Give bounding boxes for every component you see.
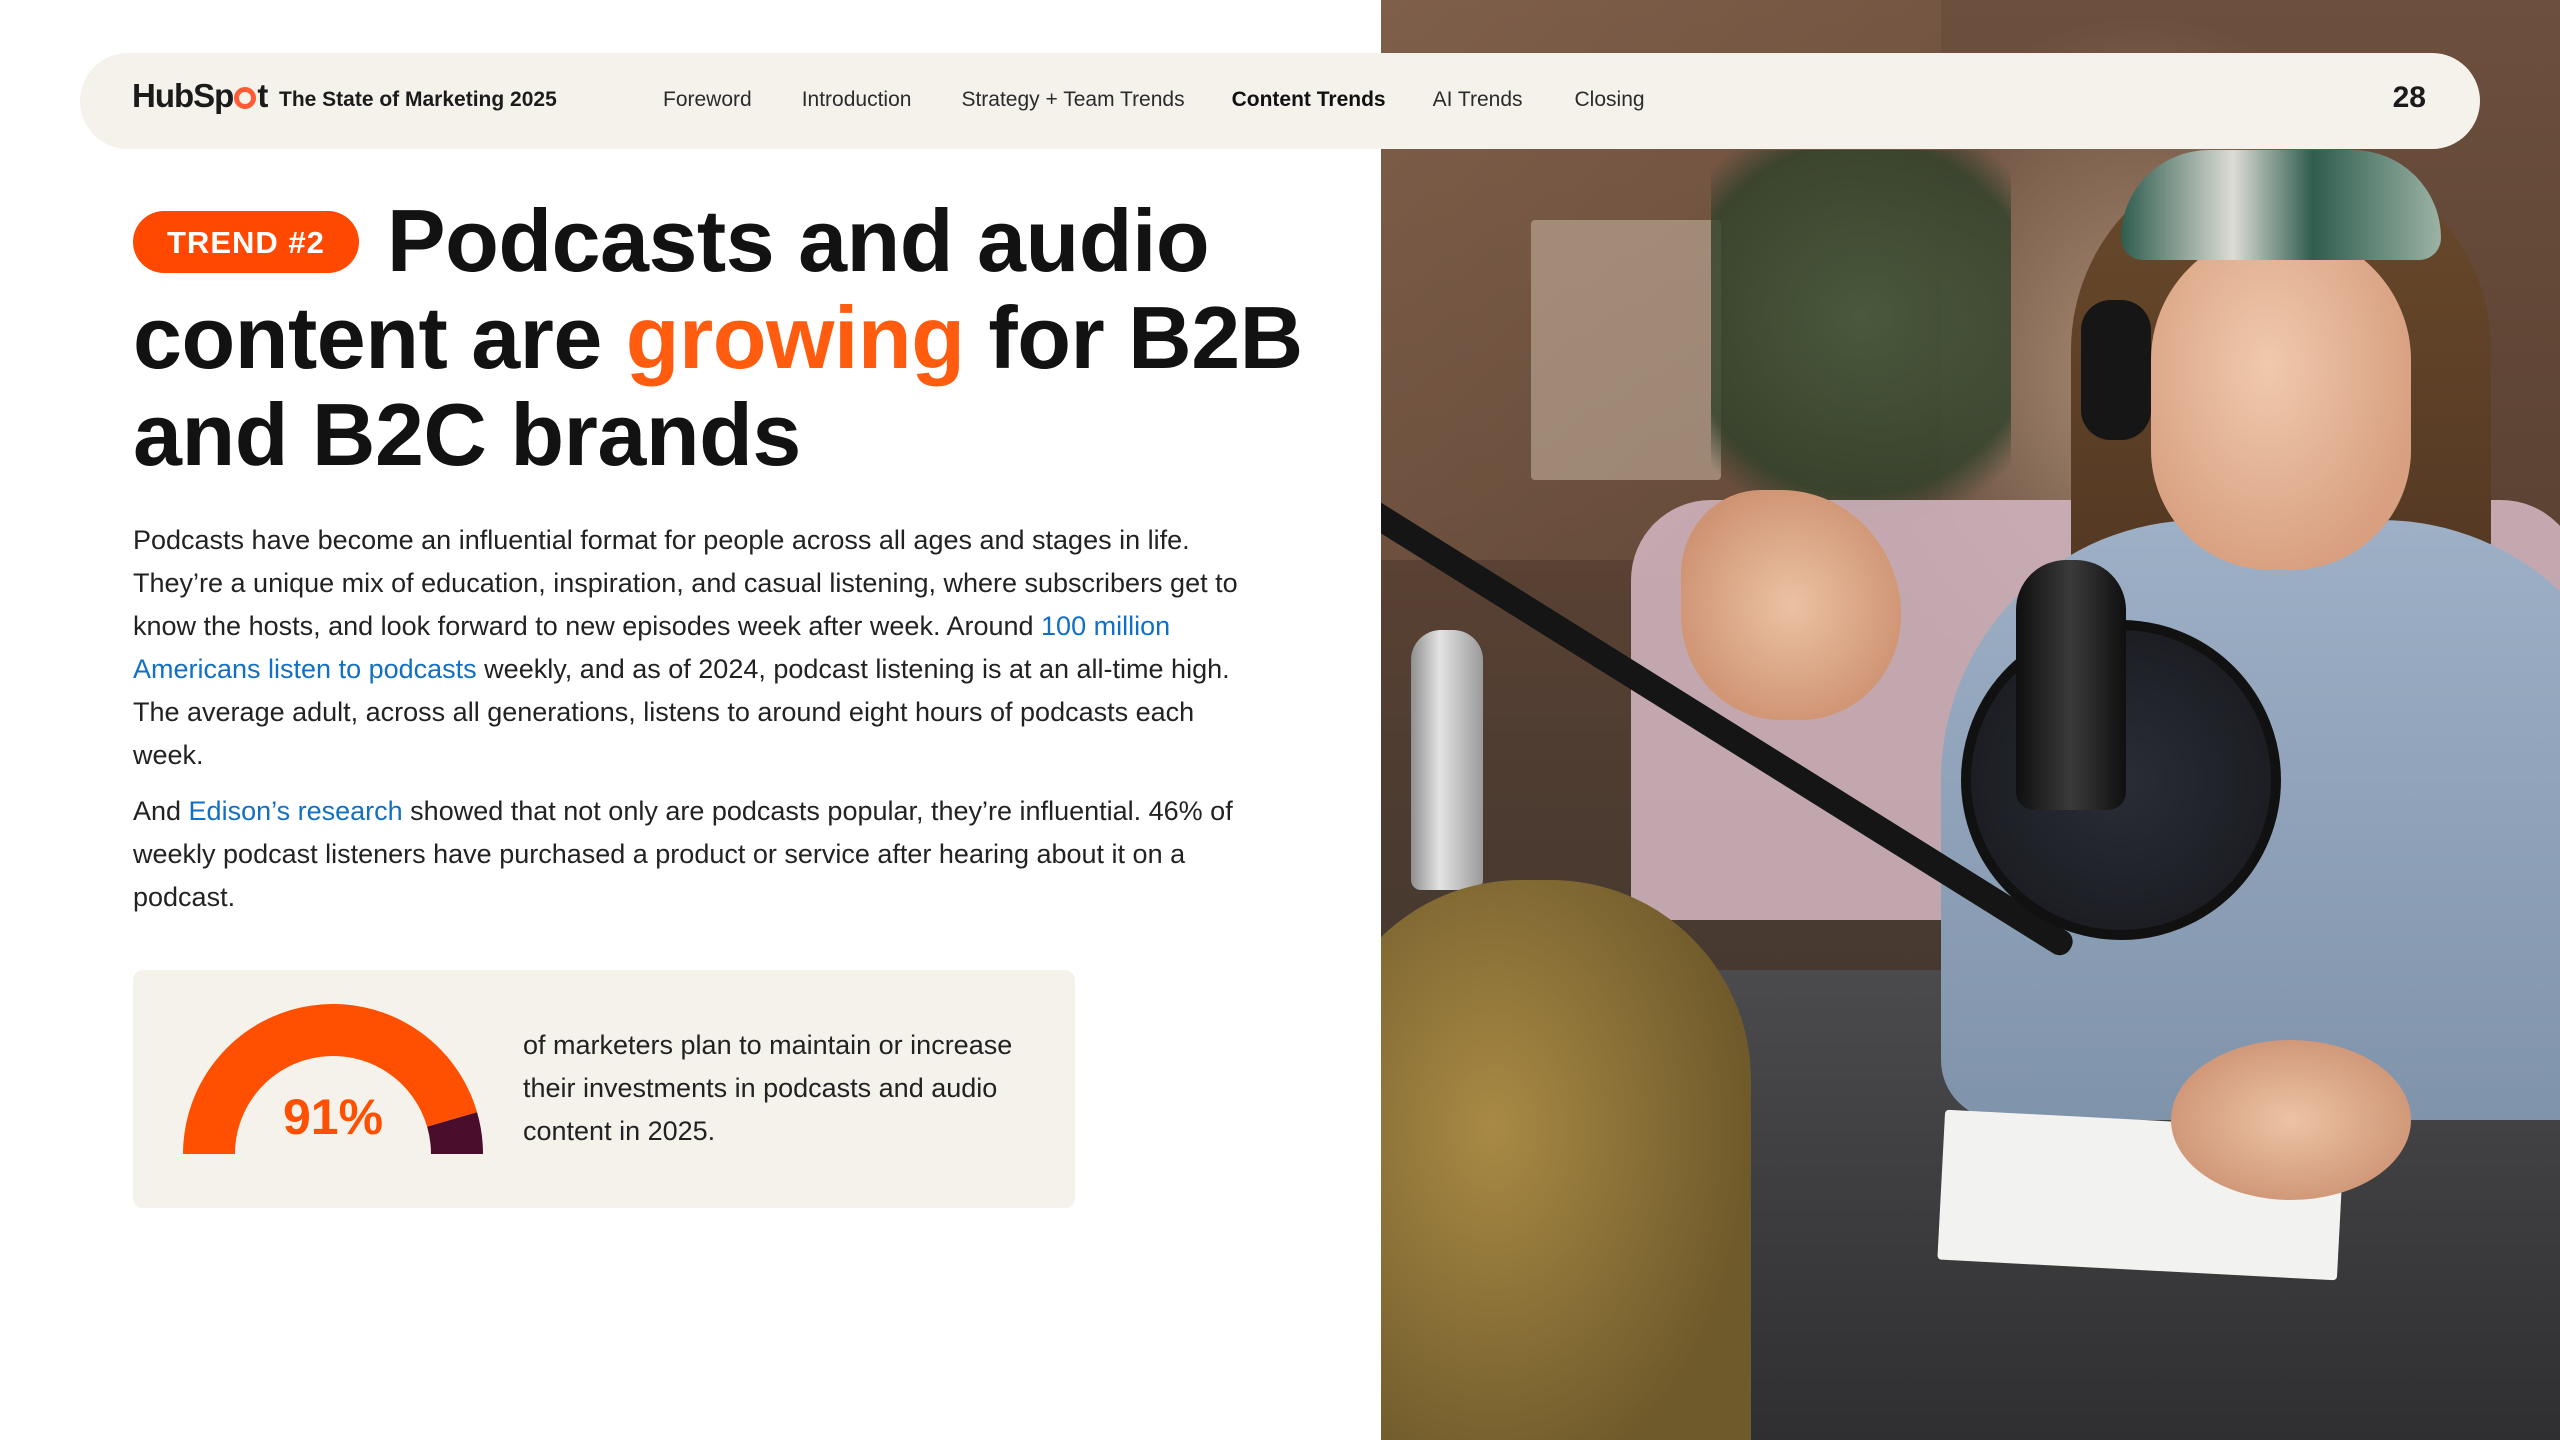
top-nav: HubSp t The State of Marketing 2025 Forew… — [80, 53, 2480, 149]
stat-description: of marketers plan to maintain or increas… — [523, 1030, 1013, 1146]
sprocket-icon — [234, 87, 257, 109]
body-paragraph-1: Podcasts have become an influential form… — [133, 519, 1253, 777]
photo-resting-hand — [2171, 1040, 2411, 1200]
nav-link-content-trends[interactable]: Content Trends — [1232, 88, 1386, 112]
nav-links: Foreword Introduction Strategy + Team Tr… — [663, 88, 1645, 112]
photo-window — [1531, 220, 1721, 480]
photo-microphone — [2016, 560, 2126, 810]
photo-headscarf — [2121, 150, 2441, 260]
hero-photo-podcaster — [1381, 0, 2560, 1440]
body-paragraph-2: And Edison’s research showed that not on… — [133, 790, 1253, 919]
hubspot-logo[interactable]: HubSp t — [132, 77, 268, 115]
nav-link-strategy-team-trends[interactable]: Strategy + Team Trends — [961, 88, 1184, 112]
page-headline: TREND #2 Podcasts and audio content are g… — [133, 192, 1343, 483]
stat-value: 91% — [282, 1089, 384, 1145]
trend-badge: TREND #2 — [133, 211, 359, 273]
p2-text-start: And — [133, 796, 189, 826]
nav-link-closing[interactable]: Closing — [1575, 88, 1645, 112]
photo-foreground-person — [1381, 880, 1751, 1440]
page-number: 28 — [2392, 81, 2426, 114]
photo-headphones — [2081, 300, 2151, 440]
report-title: The State of Marketing 2025 — [279, 88, 557, 111]
photo-water-bottle — [1411, 630, 1483, 890]
nav-link-introduction[interactable]: Introduction — [802, 88, 912, 112]
link-edisons-research[interactable]: Edison’s research — [189, 796, 403, 826]
nav-link-ai-trends[interactable]: AI Trends — [1433, 88, 1523, 112]
headline-accent-word: growing — [625, 288, 965, 387]
stat-card: 91% of marketers plan to maintain or inc… — [133, 970, 1075, 1208]
nav-link-foreword[interactable]: Foreword — [663, 88, 752, 112]
photo-woman-face — [2151, 230, 2411, 570]
